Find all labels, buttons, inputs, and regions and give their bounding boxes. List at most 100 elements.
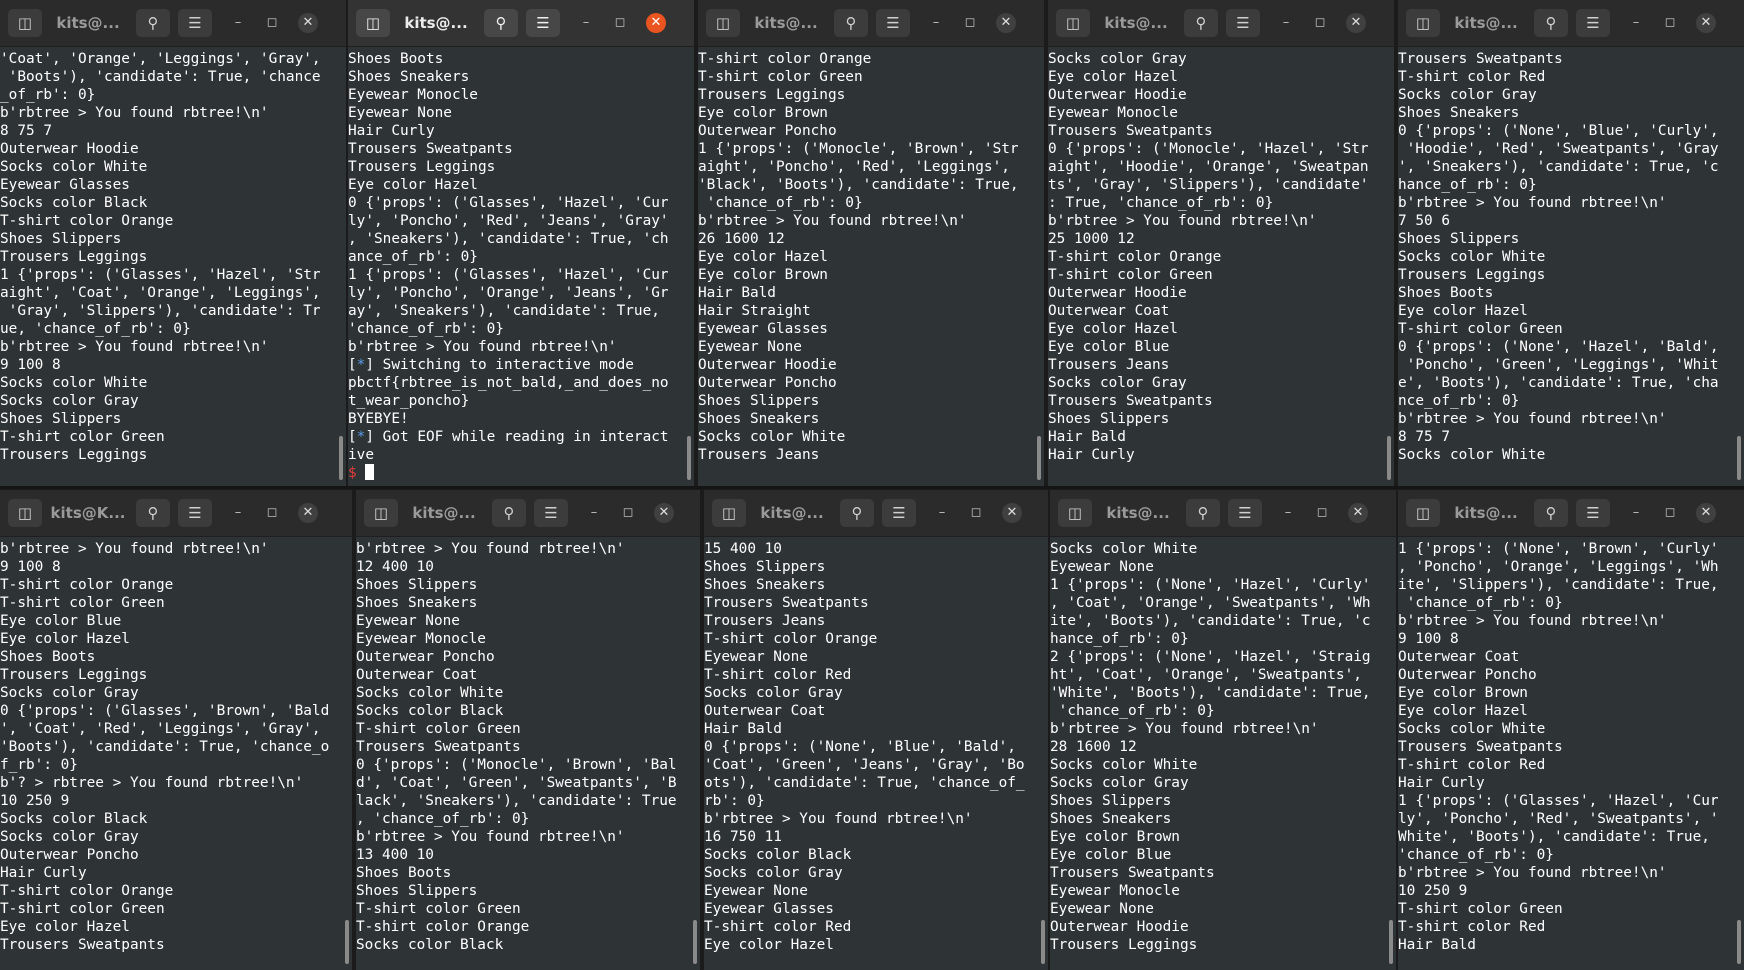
search-button[interactable]: ⚲ [834, 9, 868, 37]
menu-button[interactable]: ☰ [1228, 499, 1262, 527]
scrollbar[interactable] [1387, 436, 1391, 480]
maximize-button[interactable]: ◻ [1310, 13, 1330, 33]
menu-button[interactable]: ☰ [1576, 9, 1610, 37]
terminal-window-2[interactable]: ◫ kits@... ⚲ ☰ – ◻ ✕ Shoes Boots Shoes Sneakers E… [348, 0, 694, 486]
terminal-headerbar[interactable]: ◫ kits@... ⚲ ☰ – ◻ ✕ [348, 0, 694, 47]
terminal-headerbar[interactable]: ◫ kits@... ⚲ ☰ – ◻ ✕ [356, 490, 700, 537]
new-tab-button[interactable]: ◫ [1406, 499, 1440, 527]
terminal-window-8[interactable]: ◫ kits@... ⚲ ☰ – ◻ ✕ 15 400 10 Shoes Slippers Sho… [704, 490, 1048, 970]
terminal-headerbar[interactable]: ◫ kits@... ⚲ ☰ – ◻ ✕ [0, 0, 346, 47]
minimize-button[interactable]: – [584, 503, 604, 523]
menu-button[interactable]: ☰ [1226, 9, 1260, 37]
scrollbar[interactable] [339, 436, 343, 480]
menu-button[interactable]: ☰ [534, 499, 568, 527]
terminal-window-9[interactable]: ◫ kits@... ⚲ ☰ – ◻ ✕ Socks color White Eyewear N… [1050, 490, 1396, 970]
terminal-output[interactable]: b'rbtree > You found rbtree!\n' 9 100 8 T-… [0, 540, 352, 970]
terminal-headerbar[interactable]: ◫ kits@... ⚲ ☰ – ◻ ✕ [1050, 490, 1396, 537]
terminal-output[interactable]: Socks color Gray Eye color Hazel Outerwear… [1048, 50, 1394, 486]
terminal-output[interactable]: T-shirt color Orange T-shirt color Green T… [698, 50, 1044, 486]
maximize-button[interactable]: ◻ [610, 13, 630, 33]
minimize-button[interactable]: – [1626, 13, 1646, 33]
terminal-headerbar[interactable]: ◫ kits@K... ⚲ ☰ – ◻ ✕ [0, 490, 352, 537]
minimize-button[interactable]: – [926, 13, 946, 33]
search-button[interactable]: ⚲ [1184, 9, 1218, 37]
maximize-button[interactable]: ◻ [262, 13, 282, 33]
terminal-headerbar[interactable]: ◫ kits@... ⚲ ☰ – ◻ ✕ [1398, 490, 1744, 537]
terminal-output[interactable]: 'Coat', 'Orange', 'Leggings', 'Gray', 'B… [0, 50, 346, 486]
terminal-output[interactable]: Trousers Sweatpants T-shirt color Red Sock… [1398, 50, 1744, 486]
menu-button[interactable]: ☰ [526, 9, 560, 37]
new-tab-button[interactable]: ◫ [8, 499, 42, 527]
menu-button[interactable]: ☰ [876, 9, 910, 37]
search-button[interactable]: ⚲ [136, 9, 170, 37]
menu-button[interactable]: ☰ [178, 9, 212, 37]
search-button[interactable]: ⚲ [1534, 499, 1568, 527]
close-button[interactable]: ✕ [298, 503, 318, 523]
maximize-button[interactable]: ◻ [966, 503, 986, 523]
maximize-button[interactable]: ◻ [960, 13, 980, 33]
terminal-window-5[interactable]: ◫ kits@... ⚲ ☰ – ◻ ✕ Trousers Sweatpants T-shirt… [1398, 0, 1744, 486]
scrollbar[interactable] [687, 436, 691, 480]
close-button[interactable]: ✕ [1346, 13, 1366, 33]
scrollbar[interactable] [693, 920, 697, 964]
menu-button[interactable]: ☰ [178, 499, 212, 527]
terminal-output[interactable]: Shoes Boots Shoes Sneakers Eyewear Monocle… [348, 50, 694, 486]
terminal-output[interactable]: 15 400 10 Shoes Slippers Shoes Sneakers Tro… [704, 540, 1048, 970]
minimize-button[interactable]: – [228, 503, 248, 523]
minimize-button[interactable]: – [1276, 13, 1296, 33]
scrollbar[interactable] [1041, 920, 1045, 964]
maximize-button[interactable]: ◻ [1312, 503, 1332, 523]
terminal-window-1[interactable]: ◫ kits@... ⚲ ☰ – ◻ ✕ 'Coat', 'Orange', 'Legging… [0, 0, 346, 486]
scrollbar[interactable] [1037, 436, 1041, 480]
close-button[interactable]: ✕ [1696, 13, 1716, 33]
terminal-headerbar[interactable]: ◫ kits@... ⚲ ☰ – ◻ ✕ [1398, 0, 1744, 47]
close-button[interactable]: ✕ [298, 13, 318, 33]
terminal-window-4[interactable]: ◫ kits@... ⚲ ☰ – ◻ ✕ Socks color Gray Eye color … [1048, 0, 1394, 486]
terminal-headerbar[interactable]: ◫ kits@... ⚲ ☰ – ◻ ✕ [704, 490, 1048, 537]
terminal-output[interactable]: Socks color White Eyewear None 1 {'props':… [1050, 540, 1396, 970]
new-tab-button[interactable]: ◫ [1406, 9, 1440, 37]
new-tab-button[interactable]: ◫ [1056, 9, 1090, 37]
maximize-button[interactable]: ◻ [618, 503, 638, 523]
terminal-window-10[interactable]: ◫ kits@... ⚲ ☰ – ◻ ✕ 1 {'props': ('None', 'Brow… [1398, 490, 1744, 970]
terminal-window-6[interactable]: ◫ kits@K... ⚲ ☰ – ◻ ✕ b'rbtree > You found rbtr… [0, 490, 352, 970]
search-button[interactable]: ⚲ [1186, 499, 1220, 527]
terminal-headerbar[interactable]: ◫ kits@... ⚲ ☰ – ◻ ✕ [1048, 0, 1394, 47]
minimize-button[interactable]: – [1278, 503, 1298, 523]
scrollbar[interactable] [1737, 436, 1741, 480]
search-button[interactable]: ⚲ [484, 9, 518, 37]
terminal-output[interactable]: 1 {'props': ('None', 'Brown', 'Curly' , '… [1398, 540, 1744, 970]
new-tab-button[interactable]: ◫ [712, 499, 746, 527]
shell-prompt-line[interactable]: $ [348, 464, 694, 482]
new-tab-button[interactable]: ◫ [1058, 499, 1092, 527]
maximize-button[interactable]: ◻ [1660, 503, 1680, 523]
terminal-output[interactable]: b'rbtree > You found rbtree!\n' 12 400 10… [356, 540, 700, 970]
minimize-button[interactable]: – [1626, 503, 1646, 523]
close-button[interactable]: ✕ [1696, 503, 1716, 523]
scrollbar[interactable] [1389, 920, 1393, 964]
search-button[interactable]: ⚲ [840, 499, 874, 527]
search-button[interactable]: ⚲ [136, 499, 170, 527]
close-button[interactable]: ✕ [1348, 503, 1368, 523]
new-tab-button[interactable]: ◫ [706, 9, 740, 37]
terminal-window-3[interactable]: ◫ kits@... ⚲ ☰ – ◻ ✕ T-shirt color Orange T-shir… [698, 0, 1044, 486]
new-tab-button[interactable]: ◫ [8, 9, 42, 37]
close-button[interactable]: ✕ [646, 13, 666, 33]
close-button[interactable]: ✕ [1002, 503, 1022, 523]
minimize-button[interactable]: – [576, 13, 596, 33]
menu-button[interactable]: ☰ [1576, 499, 1610, 527]
search-button[interactable]: ⚲ [492, 499, 526, 527]
maximize-button[interactable]: ◻ [1660, 13, 1680, 33]
close-button[interactable]: ✕ [996, 13, 1016, 33]
menu-button[interactable]: ☰ [882, 499, 916, 527]
search-button[interactable]: ⚲ [1534, 9, 1568, 37]
minimize-button[interactable]: – [228, 13, 248, 33]
new-tab-button[interactable]: ◫ [356, 9, 390, 37]
close-button[interactable]: ✕ [654, 503, 674, 523]
scrollbar[interactable] [1737, 920, 1741, 964]
minimize-button[interactable]: – [932, 503, 952, 523]
terminal-window-7[interactable]: ◫ kits@... ⚲ ☰ – ◻ ✕ b'rbtree > You found rbtre… [356, 490, 700, 970]
new-tab-button[interactable]: ◫ [364, 499, 398, 527]
terminal-headerbar[interactable]: ◫ kits@... ⚲ ☰ – ◻ ✕ [698, 0, 1044, 47]
scrollbar[interactable] [345, 920, 349, 964]
